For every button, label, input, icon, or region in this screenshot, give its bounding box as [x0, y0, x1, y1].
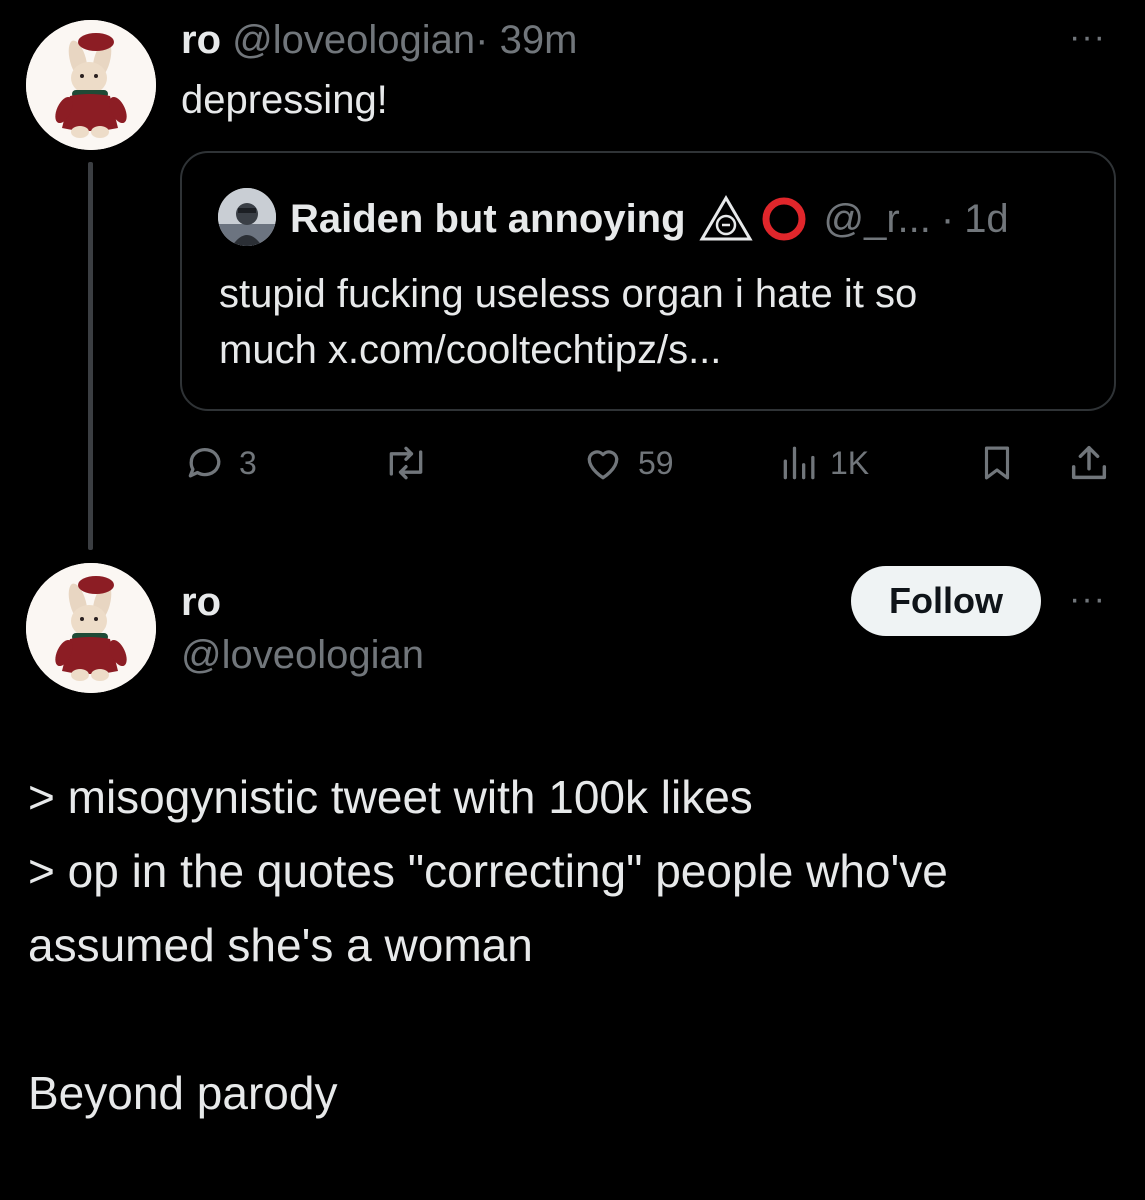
- repost-button[interactable]: [380, 440, 444, 486]
- heart-icon: [587, 450, 619, 480]
- person-avatar-icon: [218, 188, 276, 246]
- quoted-text-line: stupid fucking useless organ i hate it s…: [219, 272, 918, 316]
- like-button[interactable]: 59: [580, 440, 674, 486]
- bookmark-icon: [984, 446, 1010, 480]
- analytics-bars-icon: [783, 446, 815, 480]
- view-count: 1K: [830, 444, 870, 481]
- post-body-line: > op in the quotes "correcting" people w…: [28, 845, 948, 897]
- reply-button[interactable]: 3: [183, 440, 257, 486]
- post-body-line: > misogynistic tweet with 100k likes: [28, 771, 753, 823]
- more-options-icon[interactable]: ···: [1069, 580, 1106, 619]
- repost-icon: [389, 446, 423, 480]
- author-name[interactable]: ro: [181, 578, 221, 626]
- triangle-symbol-icon: [698, 195, 754, 243]
- quoted-post-timestamp[interactable]: 1d: [964, 195, 1009, 243]
- author-avatar[interactable]: [26, 563, 156, 693]
- post-body-line: Beyond parody: [28, 1067, 338, 1119]
- author-name[interactable]: ro: [181, 18, 221, 62]
- reply-count: 3: [239, 444, 257, 481]
- header-separator: ·: [475, 18, 489, 62]
- plush-bunny-avatar-icon: [26, 563, 156, 693]
- more-options-icon[interactable]: ···: [1069, 18, 1106, 57]
- follow-button[interactable]: Follow: [851, 566, 1041, 636]
- author-avatar[interactable]: [26, 20, 156, 150]
- post-header: ro @loveologian· 39m: [181, 16, 577, 64]
- views-button[interactable]: 1K: [778, 440, 869, 486]
- quoted-text-line: much x.com/cooltechtipz/s...: [219, 328, 722, 372]
- post-text: depressing!: [181, 78, 388, 122]
- share-upload-icon: [1071, 445, 1107, 480]
- quoted-post-text: stupid fucking useless organ i hate it s…: [219, 266, 1079, 378]
- quoted-author-handle[interactable]: @_r...: [824, 195, 931, 243]
- share-button[interactable]: [1066, 440, 1112, 486]
- post-timestamp[interactable]: 39m: [500, 18, 578, 62]
- quoted-author-name[interactable]: Raiden but annoying: [290, 195, 686, 243]
- bookmark-button[interactable]: [976, 440, 1018, 486]
- author-handle[interactable]: @loveologian: [232, 18, 475, 62]
- thread-connector-line: [88, 162, 93, 550]
- post-body-line: assumed she's a woman: [28, 919, 533, 971]
- plush-bunny-avatar-icon: [26, 20, 156, 150]
- quoted-post-header: Raiden but annoying @_r... · 1d: [290, 195, 1009, 243]
- like-count: 59: [638, 444, 674, 481]
- quoted-author-avatar: [218, 188, 276, 246]
- reply-bubble-icon: [188, 447, 221, 478]
- quoted-header-separator: ·: [940, 197, 955, 241]
- author-handle[interactable]: @loveologian: [181, 631, 424, 679]
- red-circle-icon: [758, 195, 814, 243]
